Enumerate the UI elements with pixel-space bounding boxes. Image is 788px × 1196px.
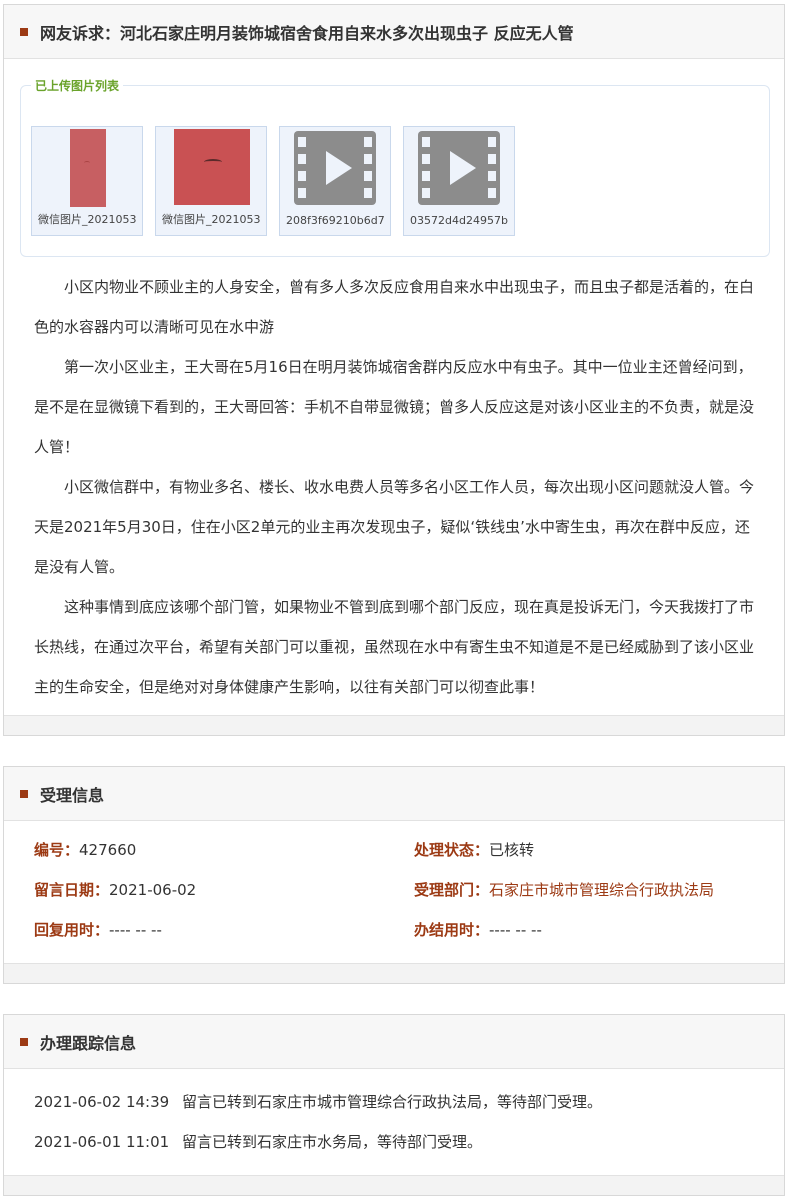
image-thumbnail-icon: [70, 129, 106, 207]
date-label: 留言日期：: [34, 881, 110, 899]
panel-footer: [4, 963, 784, 983]
tracking-entry: 2021-06-01 11:01 留言已转到石家庄市水务局，等待部门受理。: [34, 1129, 774, 1169]
petition-title: 网友诉求：河北石家庄明月装饰城宿舍食用自来水多次出现虫子 反应无人管: [40, 23, 574, 43]
petition-header: 网友诉求：河北石家庄明月装饰城宿舍食用自来水多次出现虫子 反应无人管: [4, 5, 784, 59]
id-label: 编号：: [34, 841, 80, 859]
dept-link[interactable]: 石家庄市城市管理综合行政执法局: [489, 881, 714, 899]
upload-thumb-image-1[interactable]: 微信图片_2021053: [31, 126, 143, 236]
info-row: 回复用时：---- -- -- 办结用时：---- -- --: [34, 917, 774, 957]
reply-time-label: 回复用时：: [34, 921, 110, 939]
upload-thumb-video-1[interactable]: 208f3f69210b6d7: [279, 126, 391, 236]
film-play-icon: [418, 131, 500, 205]
uploads-legend: 已上传图片列表: [31, 77, 124, 94]
tracking-panel: 办理跟踪信息 2021-06-02 14:39 留言已转到石家庄市城市管理综合行政…: [3, 1014, 785, 1196]
upload-caption: 微信图片_2021053: [38, 213, 137, 226]
content-paragraph: 第一次小区业主，王大哥在5月16日在明月装饰城宿舍群内反应水中有虫子。其中一位业…: [34, 358, 755, 456]
finish-time-field: 办结用时：---- -- --: [414, 917, 542, 943]
reply-time-field: 回复用时：---- -- --: [34, 917, 162, 943]
uploads-fieldset: 已上传图片列表 微信图片_2021053 微信图片_2021053 208f3f…: [20, 77, 770, 257]
finish-time-label: 办结用时：: [414, 921, 490, 939]
tracking-header: 办理跟踪信息: [4, 1015, 784, 1069]
content-paragraph: 这种事情到底应该哪个部门管，如果物业不管到底到哪个部门反应，现在真是投诉无门，今…: [34, 598, 755, 696]
petition-panel: 网友诉求：河北石家庄明月装饰城宿舍食用自来水多次出现虫子 反应无人管 已上传图片…: [3, 4, 785, 736]
upload-caption: 208f3f69210b6d7: [286, 214, 385, 227]
acceptance-info: 编号：427660 处理状态：已核转 留言日期：2021-06-02 受理部门：…: [34, 837, 774, 957]
tracking-time: 2021-06-01 11:01: [34, 1133, 170, 1151]
tracking-list: 2021-06-02 14:39 留言已转到石家庄市城市管理综合行政执法局，等待部…: [34, 1089, 774, 1169]
upload-caption: 微信图片_2021053: [162, 213, 261, 226]
info-row: 编号：427660 处理状态：已核转: [34, 837, 774, 877]
header-marker-icon: [20, 789, 28, 798]
tracking-text: 留言已转到石家庄市城市管理综合行政执法局，等待部门受理。: [182, 1093, 603, 1111]
content-paragraph: 小区微信群中，有物业多名、楼长、收水电费人员等多名小区工作人员，每次出现小区问题…: [34, 478, 755, 576]
acceptance-header: 受理信息: [4, 767, 784, 821]
id-field: 编号：427660: [34, 837, 136, 863]
status-value: 已核转: [489, 841, 535, 859]
dept-label: 受理部门：: [414, 881, 490, 899]
reply-time-value: ---- -- --: [109, 921, 162, 939]
content-paragraph: 小区内物业不顾业主的人身安全，曾有多人多次反应食用自来水中出现虫子，而且虫子都是…: [34, 278, 755, 336]
acceptance-panel: 受理信息 编号：427660 处理状态：已核转 留言日期：2021-06-02 …: [3, 766, 785, 984]
petition-content: 小区内物业不顾业主的人身安全，曾有多人多次反应食用自来水中出现虫子，而且虫子都是…: [34, 267, 760, 707]
tracking-title: 办理跟踪信息: [40, 1033, 137, 1053]
panel-footer: [4, 715, 784, 735]
acceptance-title: 受理信息: [40, 785, 105, 805]
id-value: 427660: [79, 841, 137, 859]
tracking-time: 2021-06-02 14:39: [34, 1093, 170, 1111]
dept-field: 受理部门：石家庄市城市管理综合行政执法局: [414, 877, 714, 903]
date-value: 2021-06-02: [109, 881, 197, 899]
finish-time-value: ---- -- --: [489, 921, 542, 939]
upload-caption: 03572d4d24957b: [410, 214, 508, 227]
uploads-list: 微信图片_2021053 微信图片_2021053 208f3f69210b6d…: [31, 126, 515, 236]
upload-thumb-video-2[interactable]: 03572d4d24957b: [403, 126, 515, 236]
tracking-text: 留言已转到石家庄市水务局，等待部门受理。: [182, 1133, 483, 1151]
date-field: 留言日期：2021-06-02: [34, 877, 196, 903]
upload-thumb-image-2[interactable]: 微信图片_2021053: [155, 126, 267, 236]
film-play-icon: [294, 131, 376, 205]
info-row: 留言日期：2021-06-02 受理部门：石家庄市城市管理综合行政执法局: [34, 877, 774, 917]
status-label: 处理状态：: [414, 841, 490, 859]
header-marker-icon: [20, 27, 28, 36]
image-thumbnail-icon: [174, 129, 250, 205]
tracking-entry: 2021-06-02 14:39 留言已转到石家庄市城市管理综合行政执法局，等待部…: [34, 1089, 774, 1129]
status-field: 处理状态：已核转: [414, 837, 534, 863]
header-marker-icon: [20, 1037, 28, 1046]
panel-footer: [4, 1175, 784, 1195]
